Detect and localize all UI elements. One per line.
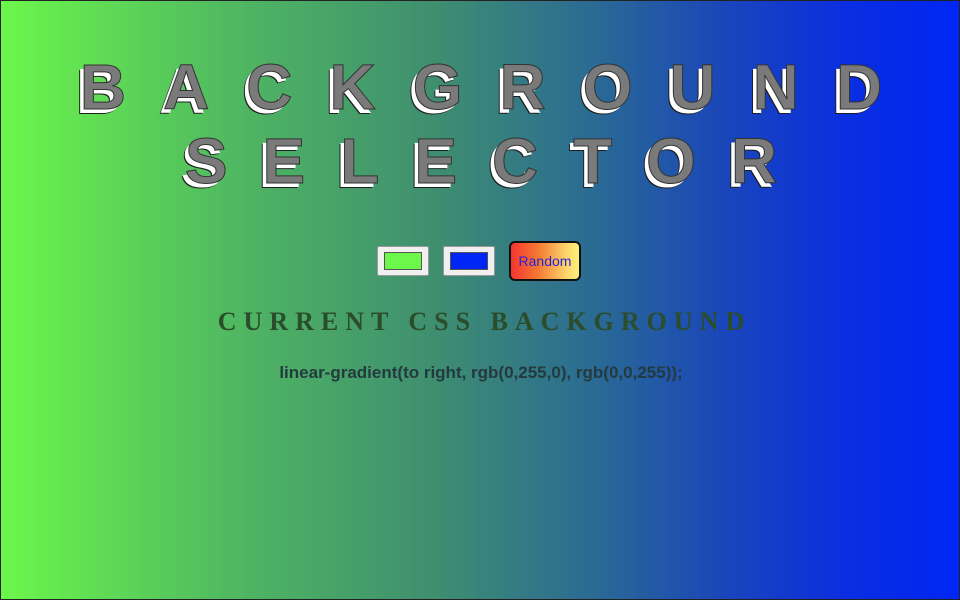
page-title-line-1: BACKGROUND (79, 51, 920, 123)
css-background-value: linear-gradient(to right, rgb(0,255,0), … (279, 363, 683, 382)
color-picker-2[interactable] (443, 246, 495, 276)
color-swatch-2 (450, 252, 488, 270)
color-picker-1[interactable] (377, 246, 429, 276)
random-button[interactable]: Random (509, 241, 581, 281)
current-css-heading: CURRENT CSS BACKGROUND (217, 307, 752, 336)
color-controls: Random (377, 241, 581, 281)
page-title-line-2: SELECTOR (184, 125, 813, 197)
color-swatch-1 (384, 252, 422, 270)
